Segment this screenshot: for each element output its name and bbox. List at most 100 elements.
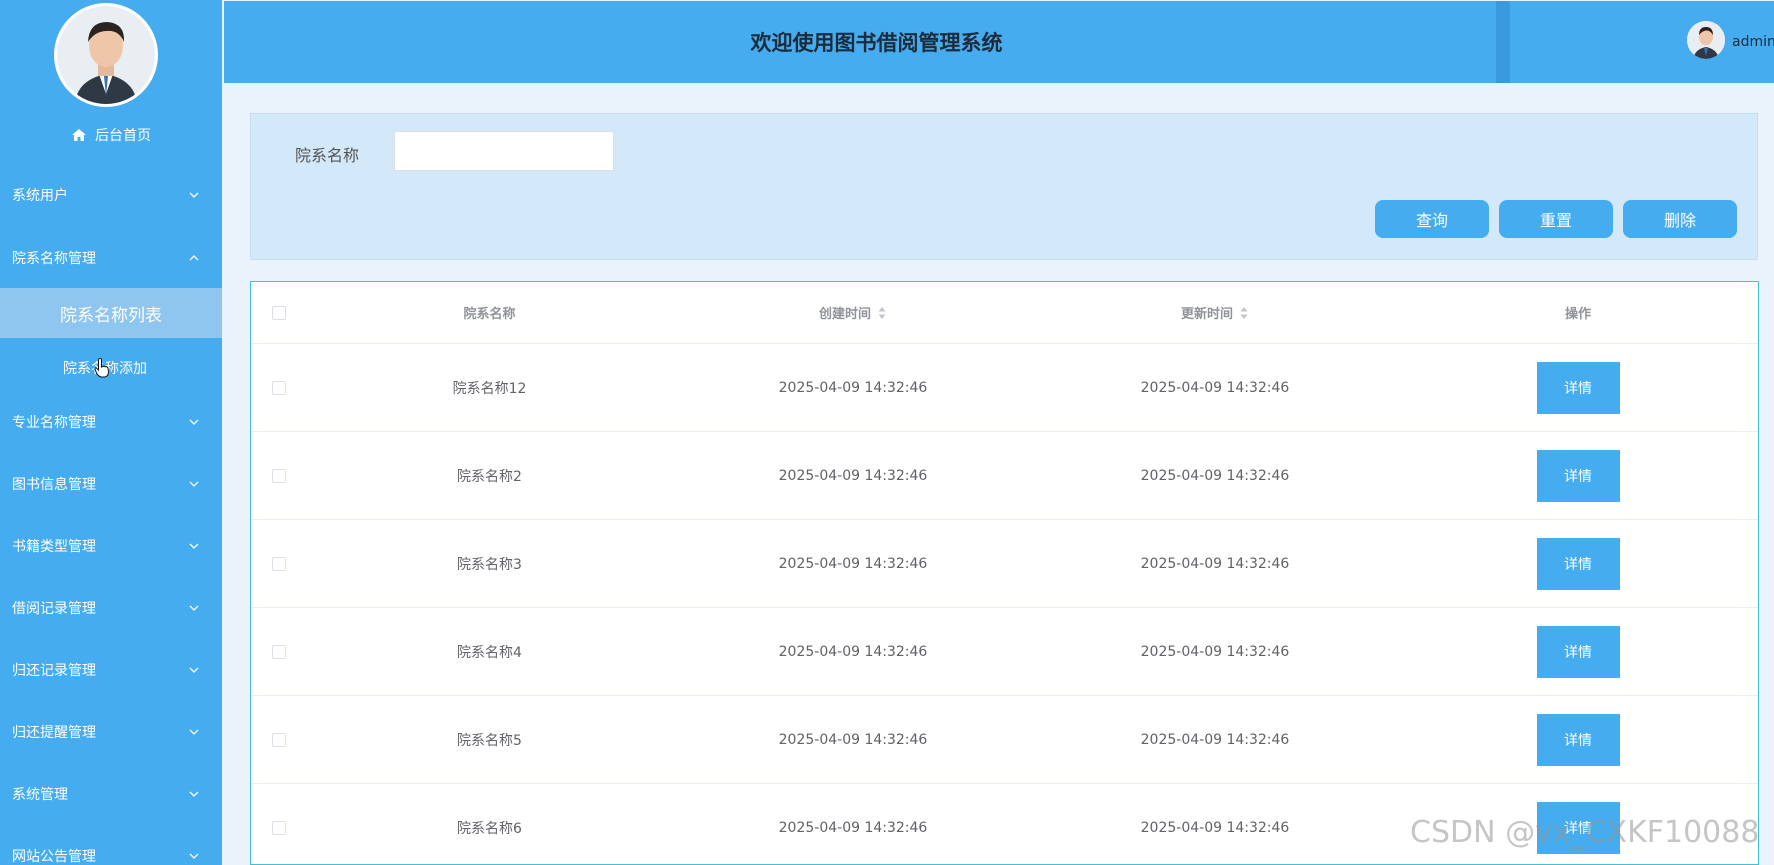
cell-actions: 详情 (1396, 520, 1758, 607)
row-select-cell (251, 784, 307, 864)
user-avatar-image (1687, 21, 1725, 59)
menu-label: 借阅记录管理 (12, 601, 96, 617)
menu-label: 系统用户 (12, 188, 68, 204)
detail-button[interactable]: 详情 (1536, 537, 1620, 590)
chevron-down-icon (189, 791, 199, 797)
menu-borrow-record-management[interactable]: 借阅记录管理 (0, 588, 222, 628)
cell-created: 2025-04-09 14:32:46 (778, 731, 928, 748)
hand-cursor-icon (94, 358, 110, 378)
cell-name: 院系名称6 (457, 820, 522, 837)
cell-updated: 2025-04-09 14:32:46 (1140, 731, 1290, 748)
menu-label: 归还记录管理 (12, 663, 96, 679)
detail-button[interactable]: 详情 (1536, 361, 1620, 414)
menu-label: 归还提醒管理 (12, 725, 96, 741)
table-row: 院系名称12 2025-04-09 14:32:46 2025-04-09 14… (251, 344, 1758, 432)
select-all-checkbox[interactable] (272, 305, 286, 320)
cell-updated: 2025-04-09 14:32:46 (1140, 467, 1290, 484)
department-name-input[interactable] (394, 131, 614, 171)
cell-actions: 详情 (1396, 344, 1758, 431)
detail-button[interactable]: 详情 (1536, 801, 1620, 854)
department-table: 院系名称 创建时间 更新时间 操作 院系名称12 2025-04-09 14:3… (250, 281, 1759, 865)
submenu-department-list[interactable]: 院系名称列表 (0, 288, 222, 338)
row-select-cell (251, 520, 307, 607)
user-avatar[interactable] (1687, 21, 1725, 59)
detail-button[interactable]: 详情 (1536, 449, 1620, 502)
chevron-down-icon (189, 667, 199, 673)
column-header-actions: 操作 (1396, 282, 1758, 343)
chevron-down-icon (189, 481, 199, 487)
top-header: 欢迎使用图书借阅管理系统 admin (224, 1, 1774, 83)
avatar-image (57, 6, 155, 104)
delete-button[interactable]: 删除 (1623, 200, 1737, 238)
row-select-cell (251, 432, 307, 519)
cell-updated: 2025-04-09 14:32:46 (1140, 819, 1290, 836)
row-checkbox[interactable] (272, 556, 286, 571)
table-row: 院系名称5 2025-04-09 14:32:46 2025-04-09 14:… (251, 696, 1758, 784)
column-header-label: 创建时间 (818, 307, 871, 322)
detail-button[interactable]: 详情 (1536, 625, 1620, 678)
chevron-down-icon (189, 419, 199, 425)
menu-system-users[interactable]: 系统用户 (0, 175, 222, 215)
table-row: 院系名称6 2025-04-09 14:32:46 2025-04-09 14:… (251, 784, 1758, 864)
sort-icon[interactable] (877, 305, 887, 321)
detail-button[interactable]: 详情 (1536, 713, 1620, 766)
chevron-down-icon (189, 729, 199, 735)
row-checkbox[interactable] (272, 644, 286, 659)
sidebar: 后台首页 系统用户 院系名称管理 院系名称列表 院系名称添加 专业名称管理 图书… (0, 0, 222, 865)
cell-actions: 详情 (1396, 608, 1758, 695)
cell-actions: 详情 (1396, 696, 1758, 783)
home-link[interactable]: 后台首页 (0, 122, 222, 148)
username[interactable]: admin (1732, 34, 1774, 50)
sort-icon[interactable] (1239, 305, 1249, 321)
search-label: 院系名称 (295, 146, 360, 165)
menu-label: 网站公告管理 (12, 849, 96, 865)
reset-button[interactable]: 重置 (1499, 200, 1613, 238)
menu-department-management[interactable]: 院系名称管理 (0, 238, 222, 278)
header-divider (1496, 1, 1510, 83)
column-header-updated[interactable]: 更新时间 (1034, 282, 1396, 343)
menu-return-record-management[interactable]: 归还记录管理 (0, 650, 222, 690)
menu-book-info-management[interactable]: 图书信息管理 (0, 464, 222, 504)
query-button[interactable]: 查询 (1375, 200, 1489, 238)
cell-name: 院系名称12 (452, 380, 527, 397)
chevron-down-icon (189, 605, 199, 611)
menu-label: 专业名称管理 (12, 415, 96, 431)
row-checkbox[interactable] (272, 820, 286, 835)
submenu-label: 院系名称列表 (60, 305, 162, 326)
menu-label: 院系名称管理 (12, 251, 96, 267)
menu-major-management[interactable]: 专业名称管理 (0, 402, 222, 442)
chevron-down-icon (189, 853, 199, 859)
cell-name: 院系名称4 (457, 644, 522, 661)
column-header-label: 操作 (1564, 307, 1591, 322)
menu-label: 书籍类型管理 (12, 539, 96, 555)
column-header-label: 院系名称 (463, 307, 516, 322)
cell-actions: 详情 (1396, 432, 1758, 519)
row-select-cell (251, 696, 307, 783)
column-header-label: 更新时间 (1180, 307, 1233, 322)
row-select-cell (251, 344, 307, 431)
table-row: 院系名称4 2025-04-09 14:32:46 2025-04-09 14:… (251, 608, 1758, 696)
cell-updated: 2025-04-09 14:32:46 (1140, 643, 1290, 660)
cell-name: 院系名称5 (457, 732, 522, 749)
row-checkbox[interactable] (272, 468, 286, 483)
cell-created: 2025-04-09 14:32:46 (778, 379, 928, 396)
column-header-name: 院系名称 (307, 282, 672, 343)
chevron-up-icon (189, 255, 199, 261)
menu-announcement-management[interactable]: 网站公告管理 (0, 836, 222, 865)
cell-created: 2025-04-09 14:32:46 (778, 819, 928, 836)
page-title: 欢迎使用图书借阅管理系统 (750, 31, 1003, 55)
cell-name: 院系名称3 (457, 556, 522, 573)
menu-return-reminder-management[interactable]: 归还提醒管理 (0, 712, 222, 752)
row-checkbox[interactable] (272, 732, 286, 747)
search-panel: 院系名称 查询 重置 删除 (250, 113, 1758, 260)
select-all-cell (251, 282, 307, 343)
column-header-created[interactable]: 创建时间 (672, 282, 1034, 343)
row-select-cell (251, 608, 307, 695)
cell-created: 2025-04-09 14:32:46 (778, 555, 928, 572)
cell-name: 院系名称2 (457, 468, 522, 485)
chevron-down-icon (189, 543, 199, 549)
menu-system-management[interactable]: 系统管理 (0, 774, 222, 814)
cell-updated: 2025-04-09 14:32:46 (1140, 555, 1290, 572)
row-checkbox[interactable] (272, 380, 286, 395)
menu-book-type-management[interactable]: 书籍类型管理 (0, 526, 222, 566)
